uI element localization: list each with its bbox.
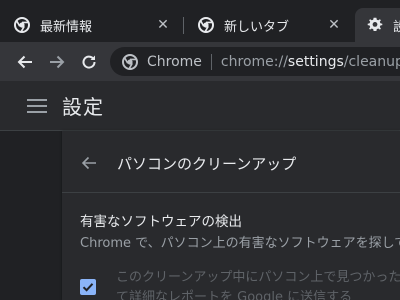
back-arrow-icon[interactable]	[79, 153, 99, 173]
forward-arrow-icon	[50, 55, 65, 69]
browser-toolbar: Chrome chrome://settings/cleanup	[0, 42, 400, 81]
back-arrow-icon	[17, 55, 32, 69]
site-chip[interactable]: Chrome	[147, 54, 202, 70]
checkbox-label-line: て詳細なレポートを Google に送信する	[116, 290, 353, 300]
omnibox-divider	[210, 53, 212, 70]
back-button[interactable]	[10, 47, 40, 77]
subpage-header: パソコンのクリーンアップ	[62, 143, 400, 183]
address-bar[interactable]: Chrome chrome://settings/cleanup	[110, 47, 400, 76]
settings-header: 設定	[0, 81, 400, 131]
tab-new-tab[interactable]: 新しいタブ ✕	[184, 8, 354, 42]
close-icon[interactable]: ✕	[155, 17, 171, 33]
checkbox-label-line: このクリーンアップ中にパソコン上で見つかった	[116, 270, 400, 285]
browser-window: 最新情報 ✕ 新しいタブ ✕ 設定	[0, 0, 400, 300]
chrome-icon	[198, 17, 214, 33]
divider	[62, 192, 400, 193]
url-scheme: chrome://	[220, 53, 288, 70]
tab-title: 最新情報	[40, 19, 93, 35]
reload-icon	[82, 55, 96, 69]
tab-settings[interactable]: 設定	[355, 8, 400, 42]
subpage-title: パソコンのクリーンアップ	[117, 154, 297, 173]
checkmark-icon	[82, 283, 94, 292]
checkbox-label: このクリーンアップ中にパソコン上で見つかった て詳細なレポートを Google …	[116, 268, 400, 300]
chrome-icon	[14, 17, 30, 33]
cleanup-card: パソコンのクリーンアップ 有害なソフトウェアの検出 Chrome で、パソコン上…	[62, 131, 400, 300]
chrome-icon	[122, 53, 138, 70]
section-heading: 有害なソフトウェアの検出	[80, 214, 242, 230]
tab-whats-new[interactable]: 最新情報 ✕	[0, 8, 183, 42]
forward-button[interactable]	[42, 47, 72, 77]
reload-button[interactable]	[74, 47, 104, 77]
tab-strip: 最新情報 ✕ 新しいタブ ✕ 設定	[0, 0, 400, 42]
tab-title: 設定	[393, 19, 400, 35]
tab-title: 新しいタブ	[224, 19, 290, 35]
close-icon[interactable]: ✕	[326, 17, 342, 33]
hamburger-menu-icon[interactable]	[27, 96, 47, 116]
settings-content: パソコンのクリーンアップ 有害なソフトウェアの検出 Chrome で、パソコン上…	[0, 131, 400, 300]
gear-icon	[367, 17, 383, 31]
url-host: settings	[287, 53, 344, 70]
report-checkbox[interactable]	[80, 279, 96, 295]
section-description: Chrome で、パソコン上の有害なソフトウェアを探して	[80, 236, 400, 251]
url-path: /cleanup	[343, 53, 400, 70]
page-title: 設定	[62, 95, 104, 119]
